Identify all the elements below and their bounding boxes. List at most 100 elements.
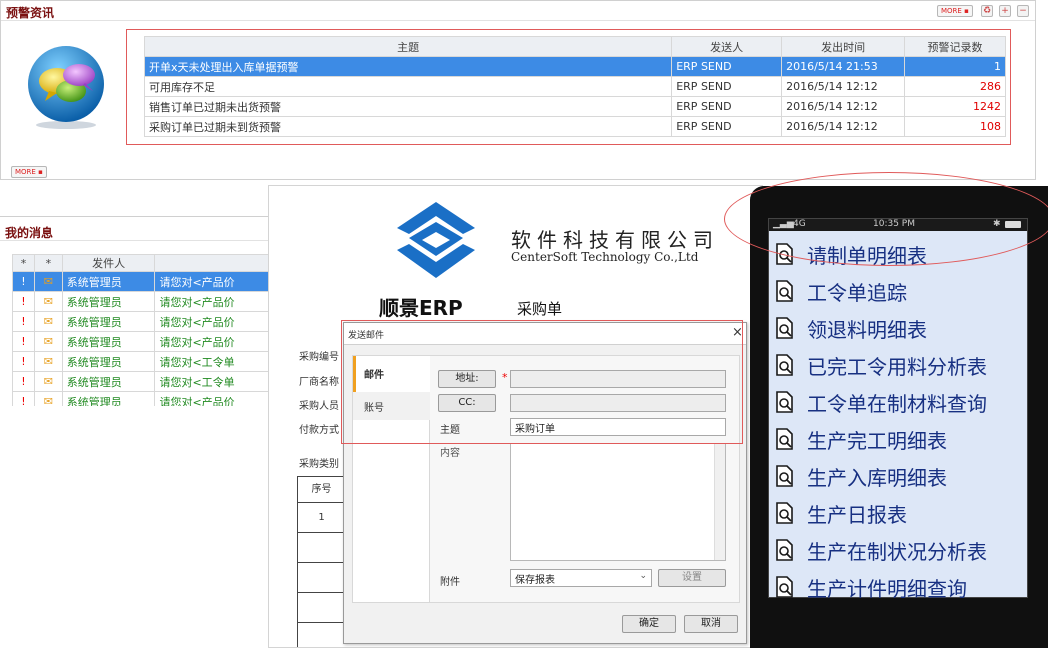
- document-title: 采购单: [517, 300, 563, 318]
- phone-menu-item[interactable]: 工令单在制材料查询: [775, 386, 987, 418]
- column-header[interactable]: 发件人: [61, 254, 156, 272]
- messages-panel-header: 我的消息: [0, 217, 268, 241]
- flag-icon: !: [12, 271, 35, 292]
- column-header[interactable]: *: [12, 254, 35, 272]
- company-name-en: CenterSoft Technology Co.,Ltd: [511, 250, 699, 264]
- report-search-icon: [775, 465, 795, 487]
- flag-icon: !: [12, 291, 35, 312]
- flag-icon: !: [12, 391, 35, 406]
- warning-panel: 预警资讯 MORE ▪ ♻ + − 主题 发送人 发出时间 预警记录数 开单x天…: [0, 0, 1036, 180]
- message-content: 请您对<产品价: [154, 271, 268, 292]
- warning-panel-header: 预警资讯 MORE ▪ ♻ + −: [1, 1, 1035, 21]
- report-search-icon: [775, 539, 795, 561]
- items-table: 序号 1: [297, 476, 345, 647]
- highlight-frame: [341, 320, 743, 444]
- table-cell: [298, 593, 345, 623]
- highlight-ellipse: [724, 172, 1048, 266]
- envelope-icon: ✉: [33, 371, 63, 392]
- phone-menu-label: 生产日报表: [807, 502, 907, 527]
- phone-menu-item[interactable]: 生产入库明细表: [775, 460, 947, 492]
- envelope-icon: ✉: [33, 391, 63, 406]
- messages-table-header: * * 发件人: [12, 254, 268, 272]
- report-search-icon: [775, 576, 795, 598]
- messages-table: * * 发件人 ! ✉ 系统管理员 请您对<产品价 ! ✉ 系统管理员 请您对<…: [12, 254, 268, 406]
- table-row[interactable]: ! ✉ 系统管理员 请您对<工令单: [12, 371, 268, 392]
- phone-menu-item[interactable]: 工令单追踪: [775, 275, 907, 307]
- message-sender: 系统管理员: [61, 271, 156, 292]
- flag-icon: !: [12, 331, 35, 352]
- message-sender: 系统管理员: [61, 311, 156, 332]
- message-sender: 系统管理员: [61, 291, 156, 312]
- attachment-select[interactable]: 保存报表 ⌄: [510, 569, 652, 587]
- collapse-icon[interactable]: −: [1017, 5, 1029, 17]
- report-search-icon: [775, 502, 795, 524]
- expand-icon[interactable]: +: [999, 5, 1011, 17]
- messages-panel: 我的消息 * * 发件人 ! ✉ 系统管理员 请您对<产品价 ! ✉ 系统管理员…: [0, 216, 268, 406]
- message-content: 请您对<产品价: [154, 391, 268, 406]
- phone-menu-label: 工令单在制材料查询: [807, 391, 987, 416]
- field-label: 采购类别: [299, 459, 339, 470]
- phone-menu-item[interactable]: 生产日报表: [775, 497, 907, 529]
- ok-button[interactable]: 确定: [622, 615, 676, 633]
- cancel-button[interactable]: 取消: [684, 615, 738, 633]
- field-label: 厂商名称: [299, 377, 339, 388]
- flag-icon: !: [12, 351, 35, 372]
- field-label: 采购人员: [299, 401, 339, 412]
- content-textarea[interactable]: [510, 443, 726, 561]
- table-cell: [298, 533, 345, 563]
- report-search-icon: [775, 280, 795, 302]
- chevron-down-icon: ⌄: [639, 571, 647, 581]
- message-content: 请您对<工令单: [154, 371, 268, 392]
- scrollbar[interactable]: [714, 444, 725, 560]
- table-cell: [298, 563, 345, 593]
- message-content: 请您对<产品价: [154, 291, 268, 312]
- table-row[interactable]: ! ✉ 系统管理员 请您对<产品价: [12, 271, 268, 292]
- highlight-frame: [126, 29, 1011, 145]
- phone-menu-label: 生产入库明细表: [807, 465, 947, 490]
- flag-icon: !: [12, 371, 35, 392]
- chat-bubble-icon: [23, 41, 109, 131]
- column-header[interactable]: [154, 254, 268, 272]
- report-search-icon: [775, 428, 795, 450]
- envelope-icon: ✉: [33, 331, 63, 352]
- message-sender: 系统管理员: [61, 371, 156, 392]
- table-row[interactable]: ! ✉ 系统管理员 请您对<产品价: [12, 291, 268, 312]
- envelope-icon: ✉: [33, 271, 63, 292]
- messages-panel-title: 我的消息: [5, 226, 54, 240]
- phone-menu-label: 领退料明细表: [807, 317, 927, 342]
- report-search-icon: [775, 317, 795, 339]
- attachment-label: 附件: [440, 577, 460, 588]
- phone-menu-item[interactable]: 生产完工明细表: [775, 423, 947, 455]
- message-content: 请您对<产品价: [154, 311, 268, 332]
- phone-menu-item[interactable]: 已完工令用料分析表: [775, 349, 987, 381]
- column-header: 序号: [298, 477, 345, 503]
- erp-brand: 顺景ERP: [379, 296, 463, 320]
- phone-menu-label: 生产在制状况分析表: [807, 539, 987, 564]
- field-label: 采购编号: [299, 352, 339, 363]
- phone-menu-label: 已完工令用料分析表: [807, 354, 987, 379]
- table-cell: 1: [298, 503, 345, 533]
- table-row[interactable]: ! ✉ 系统管理员 请您对<产品价: [12, 311, 268, 332]
- envelope-icon: ✉: [33, 311, 63, 332]
- message-sender: 系统管理员: [61, 331, 156, 352]
- table-row[interactable]: ! ✉ 系统管理员 请您对<产品价: [12, 331, 268, 352]
- company-name-cn: 软件科技有限公司: [511, 228, 719, 252]
- content-label: 内容: [440, 448, 460, 459]
- refresh-icon[interactable]: ♻: [981, 5, 993, 17]
- report-search-icon: [775, 354, 795, 376]
- phone-screen: ▁▃▅ 4G 10:35 PM ✱ 请制单明细表 工令单追踪 领退料明细表 已完工令用…: [768, 218, 1028, 601]
- table-row[interactable]: ! ✉ 系统管理员 请您对<产品价: [12, 391, 268, 406]
- phone-menu-item[interactable]: 领退料明细表: [775, 312, 927, 344]
- attachment-value: 保存报表: [515, 575, 555, 586]
- column-header[interactable]: *: [33, 254, 63, 272]
- message-content: 请您对<产品价: [154, 331, 268, 352]
- phone-menu-item[interactable]: 生产在制状况分析表: [775, 534, 987, 566]
- warning-more-bottom-button[interactable]: MORE ▪: [11, 166, 47, 178]
- warning-more-button[interactable]: MORE ▪: [937, 5, 973, 17]
- message-content: 请您对<工令单: [154, 351, 268, 372]
- settings-button[interactable]: 设置: [658, 569, 726, 587]
- phone-menu-item[interactable]: 生产计件明细查询: [775, 571, 967, 603]
- table-row[interactable]: ! ✉ 系统管理员 请您对<工令单: [12, 351, 268, 372]
- warning-panel-title: 预警资讯: [6, 6, 55, 20]
- field-label: 付款方式: [299, 425, 339, 436]
